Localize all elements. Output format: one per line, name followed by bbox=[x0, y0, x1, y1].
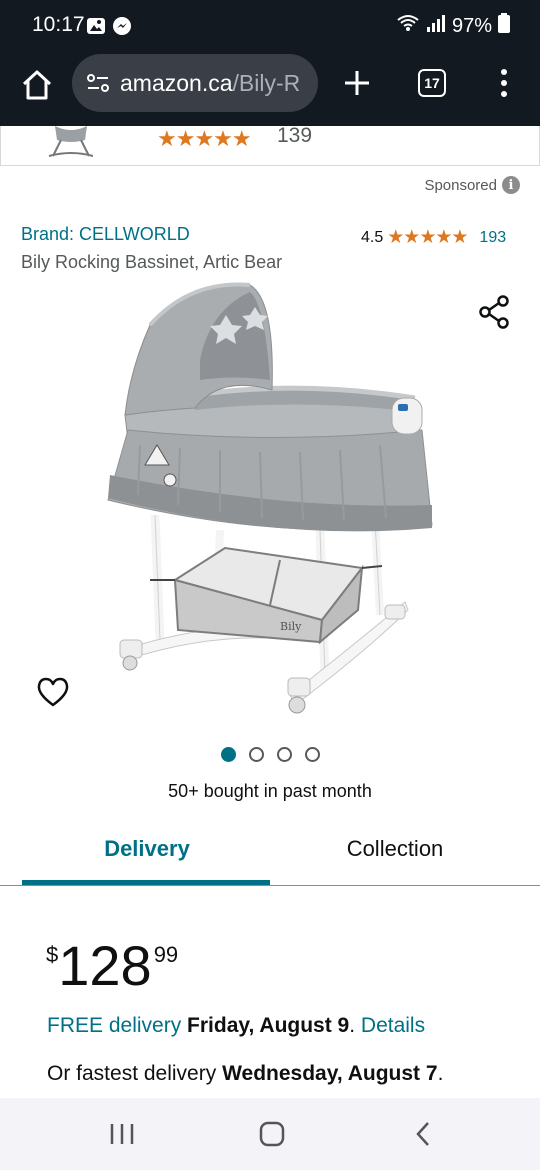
previous-rating-stars: ★★★★★ bbox=[157, 126, 252, 151]
tab-switcher-button[interactable]: 17 bbox=[418, 69, 446, 97]
status-time: 10:17 bbox=[32, 13, 85, 36]
home-icon[interactable] bbox=[18, 66, 56, 104]
rating-value: 4.5 bbox=[361, 228, 384, 246]
home-nav-icon[interactable] bbox=[254, 1116, 290, 1152]
sponsored-text: Sponsored bbox=[424, 176, 497, 194]
messenger-icon bbox=[112, 16, 132, 41]
free-delivery-date: Friday, August 9 bbox=[187, 1014, 350, 1037]
address-bar[interactable]: amazon.ca/Bily-R bbox=[72, 54, 318, 112]
carousel-dot-4[interactable] bbox=[304, 747, 320, 762]
browser-toolbar: amazon.ca/Bily-R 17 bbox=[0, 52, 540, 126]
details-link[interactable]: Details bbox=[361, 1014, 425, 1037]
tab-collection[interactable]: Collection bbox=[260, 836, 530, 862]
price: $ 128 99 bbox=[46, 936, 178, 996]
carousel-dot-2[interactable] bbox=[248, 747, 264, 762]
back-icon[interactable] bbox=[406, 1116, 442, 1152]
svg-text:Bily: Bily bbox=[280, 620, 302, 633]
image-carousel-dots bbox=[0, 747, 540, 762]
bought-in-past-month: 50+ bought in past month bbox=[168, 781, 372, 801]
fulfillment-tabs: Delivery Collection bbox=[0, 828, 540, 886]
carousel-dot-3[interactable] bbox=[276, 747, 292, 762]
active-tab-indicator bbox=[22, 880, 270, 885]
brand-link[interactable]: Brand: CELLWORLD bbox=[21, 224, 190, 245]
signal-icon bbox=[426, 13, 446, 39]
review-count-link[interactable]: 193 bbox=[479, 229, 506, 247]
new-tab-plus-icon[interactable] bbox=[340, 66, 374, 100]
free-delivery-link[interactable]: FREE delivery bbox=[47, 1014, 181, 1037]
free-delivery-line: FREE delivery Friday, August 9. Details bbox=[47, 1014, 426, 1037]
price-fraction: 99 bbox=[153, 942, 179, 967]
rating-stars: ★★★★★ bbox=[387, 227, 468, 248]
site-settings-icon[interactable] bbox=[84, 69, 112, 97]
previous-review-count[interactable]: 139 bbox=[277, 124, 312, 148]
info-icon[interactable]: i bbox=[502, 176, 520, 194]
product-rating[interactable]: 4.5 ★★★★★ 193 bbox=[361, 226, 506, 249]
wifi-icon bbox=[396, 13, 420, 39]
fastest-delivery-prefix: Or fastest delivery bbox=[47, 1062, 217, 1085]
product-image[interactable]: Bily bbox=[100, 280, 440, 720]
fastest-delivery-date: Wednesday, August 7 bbox=[222, 1062, 438, 1085]
carousel-dot-1[interactable] bbox=[220, 747, 236, 762]
fastest-delivery-line: Or fastest delivery Wednesday, August 7. bbox=[47, 1062, 444, 1085]
price-whole: 128 bbox=[58, 934, 152, 997]
url-text: amazon.ca/Bily-R bbox=[120, 70, 300, 97]
battery-percent: 97% bbox=[451, 14, 492, 37]
recent-apps-icon[interactable] bbox=[104, 1116, 140, 1152]
tab-delivery[interactable]: Delivery bbox=[12, 836, 282, 862]
system-navigation-bar bbox=[0, 1098, 540, 1170]
sponsored-label[interactable]: Sponsored i bbox=[424, 176, 520, 194]
url-host: amazon.ca bbox=[120, 69, 233, 96]
status-bar: 10:17 97% bbox=[0, 0, 540, 52]
wishlist-heart-icon[interactable] bbox=[36, 676, 70, 708]
overflow-menu-icon[interactable] bbox=[494, 66, 514, 100]
gallery-icon bbox=[86, 16, 106, 41]
product-title: Bily Rocking Bassinet, Artic Bear bbox=[21, 252, 283, 272]
price-currency-symbol: $ bbox=[46, 942, 59, 967]
url-path: /Bily-R bbox=[232, 69, 301, 96]
share-icon[interactable] bbox=[476, 294, 512, 330]
previous-product-card[interactable]: ★★★★★ 139 bbox=[0, 124, 540, 166]
previous-product-image bbox=[47, 126, 95, 160]
battery-icon bbox=[498, 13, 510, 39]
